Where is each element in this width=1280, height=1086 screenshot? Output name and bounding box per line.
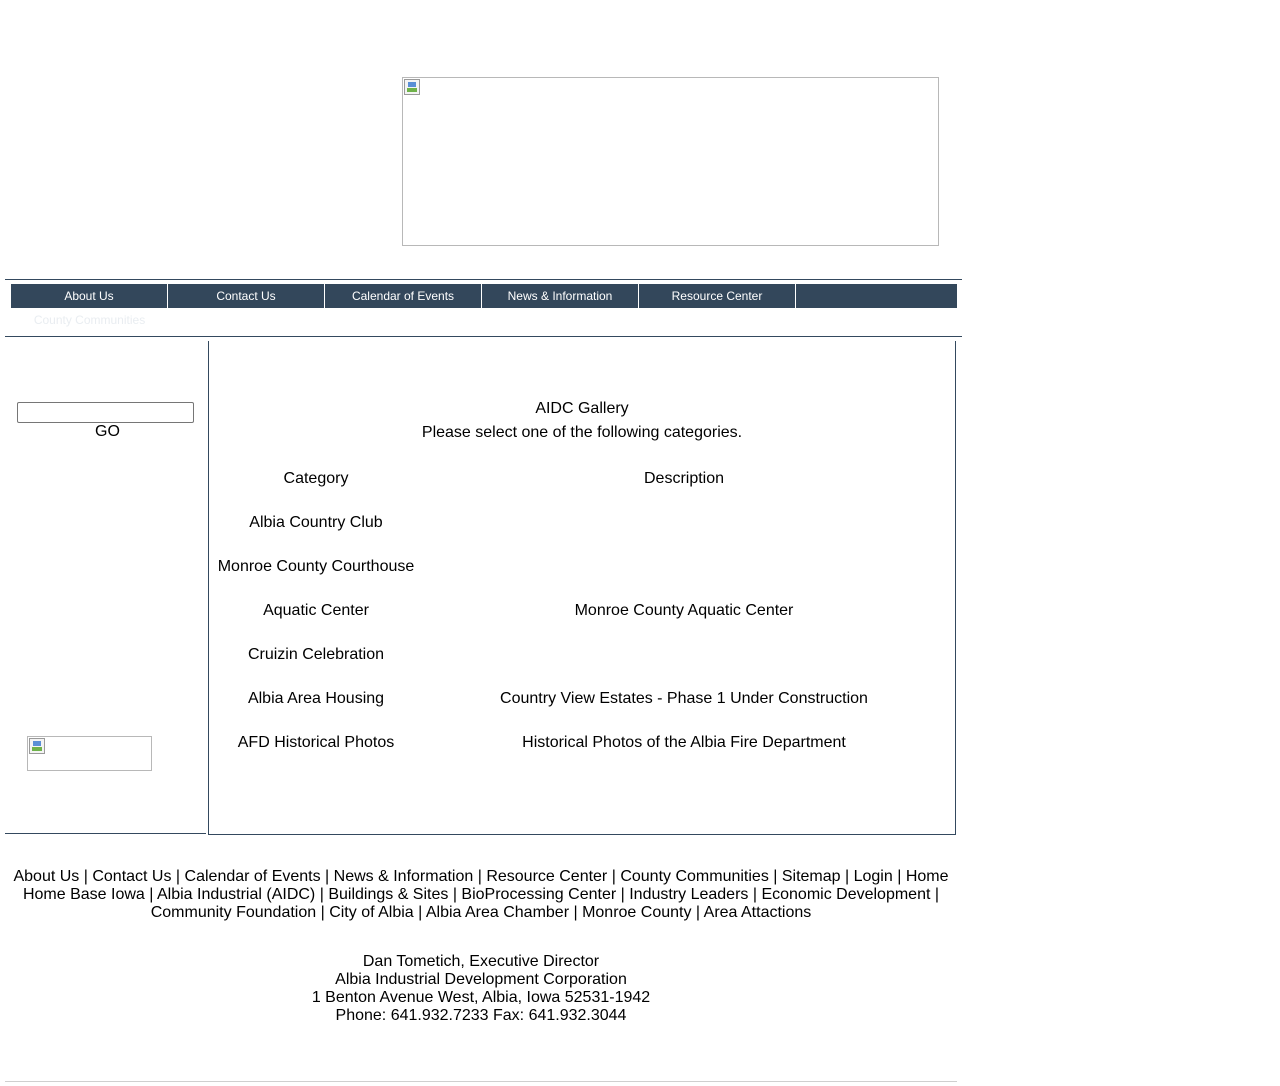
footer-link-news-information[interactable]: News & Information (334, 868, 474, 885)
footer-separator: | (607, 868, 621, 885)
footer-separator: | (616, 886, 630, 903)
nav-county-communities[interactable]: County Communities (11, 312, 168, 328)
category-link-aquatic-center[interactable]: Aquatic Center (208, 602, 424, 620)
nav-empty-cell (796, 284, 953, 308)
footer-link-sitemap[interactable]: Sitemap (782, 868, 841, 885)
category-link-albia-country-club[interactable]: Albia Country Club (208, 514, 424, 532)
nav-calendar-of-events[interactable]: Calendar of Events (325, 284, 482, 308)
footer-separator: | (79, 868, 93, 885)
category-description: Historical Photos of the Albia Fire Depa… (522, 734, 846, 751)
footer-separator: | (413, 904, 426, 921)
category-description: Country View Estates - Phase 1 Under Con… (500, 690, 868, 707)
main-nav: About Us Contact Us Calendar of Events N… (11, 284, 957, 308)
bottom-rule (5, 1081, 957, 1082)
footer-links-line-1: About Us | Contact Us | Calendar of Even… (5, 868, 957, 886)
footer-link-buildings-sites[interactable]: Buildings & Sites (328, 886, 448, 903)
footer-link-calendar-of-events[interactable]: Calendar of Events (185, 868, 321, 885)
footer-separator: | (768, 868, 782, 885)
contact-info: Dan Tometich, Executive Director Albia I… (5, 953, 957, 1025)
nav-news-information[interactable]: News & Information (482, 284, 639, 308)
broken-image-icon (29, 738, 45, 754)
footer-separator: | (569, 904, 583, 921)
footer-separator: | (691, 904, 704, 921)
column-header-category: Category (283, 470, 349, 487)
footer-links-line-3: Community Foundation | City of Albia | A… (5, 904, 957, 922)
footer-separator: | (840, 868, 854, 885)
footer-link-community-foundation[interactable]: Community Foundation (151, 904, 316, 921)
page-subtitle: Please select one of the following categ… (421, 424, 743, 441)
category-link-cruizin-celebration[interactable]: Cruizin Celebration (208, 646, 424, 664)
footer-separator: | (144, 886, 157, 903)
category-link-albia-area-housing[interactable]: Albia Area Housing (208, 690, 424, 708)
footer-link-login[interactable]: Login (854, 868, 893, 885)
footer-link-about-us[interactable]: About Us (13, 868, 79, 885)
footer-separator: | (473, 868, 487, 885)
footer-link-bioprocessing-center[interactable]: BioProcessing Center (461, 886, 616, 903)
footer-link-albia-area-chamber[interactable]: Albia Area Chamber (426, 904, 569, 921)
footer-link-county-communities[interactable]: County Communities (620, 868, 769, 885)
footer-link-home-base-iowa[interactable]: Home Base Iowa (23, 886, 145, 903)
footer-separator: | (892, 868, 906, 885)
search-go-button[interactable]: GO (17, 423, 198, 441)
category-description: Monroe County Aquatic Center (574, 602, 794, 619)
contact-name: Dan Tometich, Executive Director (362, 953, 600, 970)
nav-contact-us[interactable]: Contact Us (168, 284, 325, 308)
header-banner-image (402, 77, 939, 246)
footer-links-line-2: Home Base Iowa | Albia Industrial (AIDC)… (5, 886, 957, 904)
contact-phone-fax: Phone: 641.932.7233 Fax: 641.932.3044 (335, 1007, 627, 1024)
footer-link-home[interactable]: Home (906, 868, 949, 885)
footer-link-monroe-county[interactable]: Monroe County (582, 904, 691, 921)
footer-link-city-of-albia[interactable]: City of Albia (329, 904, 413, 921)
column-header-description: Description (643, 470, 725, 487)
nav-resource-center[interactable]: Resource Center (639, 284, 796, 308)
footer-separator: | (320, 868, 334, 885)
footer-link-industry-leaders[interactable]: Industry Leaders (629, 886, 748, 903)
nav-bottom-rule (5, 336, 962, 337)
contact-address: 1 Benton Avenue West, Albia, Iowa 52531-… (311, 989, 651, 1006)
category-link-afd-historical-photos[interactable]: AFD Historical Photos (208, 734, 424, 752)
nav-about-us[interactable]: About Us (11, 284, 168, 308)
footer-separator: | (171, 868, 185, 885)
footer-link-contact-us[interactable]: Contact Us (92, 868, 171, 885)
footer-separator: | (315, 886, 329, 903)
footer-links: About Us | Contact Us | Calendar of Even… (5, 868, 957, 922)
footer-separator: | (930, 886, 940, 903)
footer-separator: | (748, 886, 762, 903)
contact-organization: Albia Industrial Development Corporation (335, 971, 627, 988)
sidebar-bottom-rule (5, 833, 206, 834)
search-input[interactable] (17, 402, 194, 423)
footer-link-albia-industrial-aidc[interactable]: Albia Industrial (AIDC) (157, 886, 315, 903)
footer-link-area-attactions[interactable]: Area Attactions (704, 904, 812, 921)
footer-link-resource-center[interactable]: Resource Center (486, 868, 607, 885)
broken-image-icon (404, 79, 420, 95)
page-title: AIDC Gallery (535, 400, 629, 417)
top-rule (5, 279, 962, 280)
category-link-monroe-county-courthouse[interactable]: Monroe County Courthouse (208, 558, 424, 576)
sidebar-image (27, 736, 152, 771)
footer-separator: | (316, 904, 330, 921)
footer-link-economic-development[interactable]: Economic Development (761, 886, 930, 903)
footer-separator: | (448, 886, 462, 903)
